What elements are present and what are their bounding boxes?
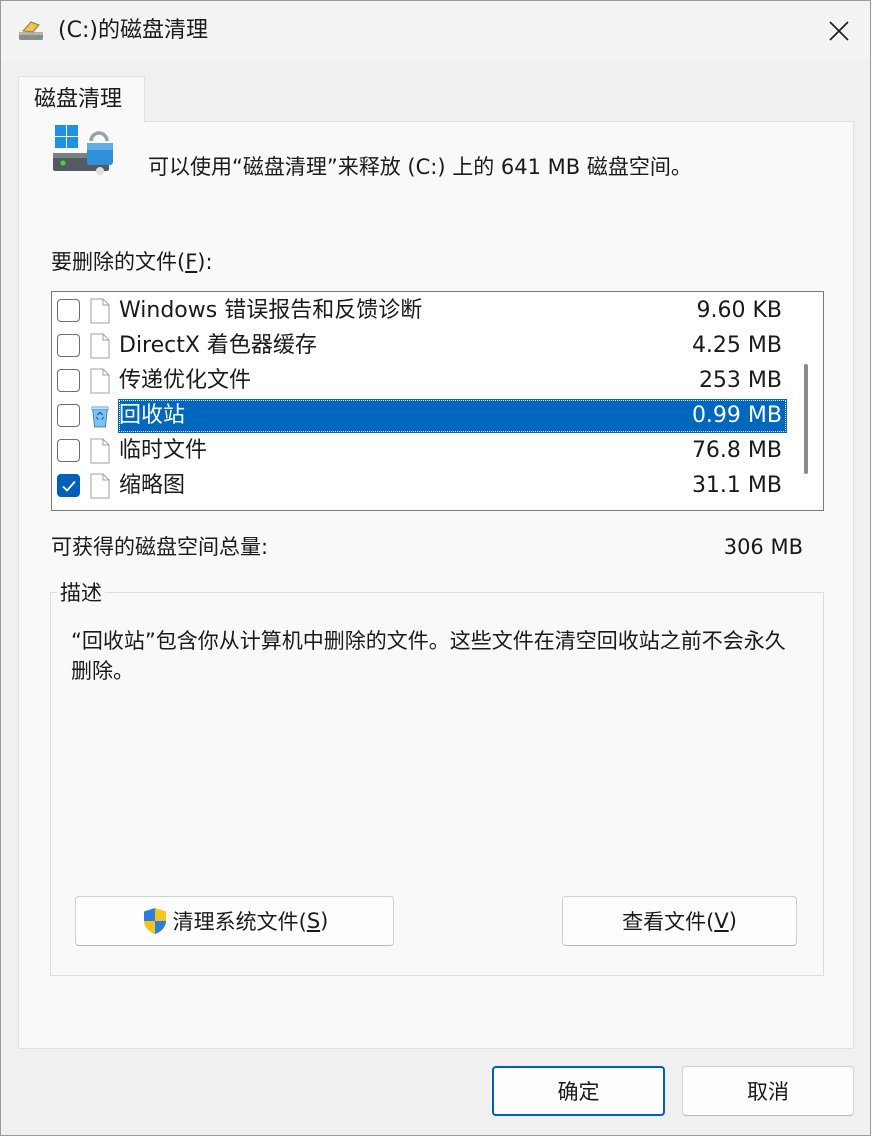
- item-checkbox[interactable]: [57, 439, 80, 462]
- view-files-suffix: ): [728, 909, 737, 933]
- item-name: 传递优化文件: [119, 368, 252, 393]
- files-label-text: 要删除的文件(: [51, 250, 186, 274]
- list-item[interactable]: 传递优化文件 253 MB: [52, 364, 792, 398]
- item-size: 0.99 MB: [691, 403, 782, 428]
- item-size: 4.25 MB: [691, 333, 782, 358]
- files-label-suffix: ):: [197, 250, 213, 274]
- item-checkbox[interactable]: [57, 369, 80, 392]
- checkmark-icon: [62, 480, 76, 492]
- clean-system-files-label: 清理系统文件(: [172, 910, 307, 934]
- item-size: 9.60 KB: [696, 298, 783, 323]
- description-text: “回收站”包含你从计算机中删除的文件。这些文件在清空回收站之前不会永久删除。: [71, 629, 786, 683]
- files-to-delete-list[interactable]: Windows 错误报告和反馈诊断 9.60 KB DirectX 着色器缓存 …: [51, 291, 824, 511]
- selection-highlight: [118, 399, 787, 433]
- close-icon: [829, 21, 849, 41]
- item-checkbox-checked[interactable]: [57, 474, 80, 497]
- list-item[interactable]: 缩略图 31.1 MB: [52, 469, 792, 503]
- close-button[interactable]: [808, 1, 870, 61]
- uac-shield-icon: [142, 907, 167, 935]
- tab-label: 磁盘清理: [34, 87, 123, 112]
- clean-system-files-suffix: ): [320, 909, 329, 933]
- files-to-delete-label: 要删除的文件(F):: [51, 248, 213, 276]
- clean-system-files-button[interactable]: 清理系统文件(S): [75, 896, 394, 946]
- item-name: DirectX 着色器缓存: [119, 333, 317, 358]
- item-size: 253 MB: [698, 368, 782, 393]
- view-files-label: 查看文件(: [622, 910, 715, 934]
- item-checkbox[interactable]: [57, 334, 80, 357]
- cancel-button[interactable]: 取消: [682, 1066, 854, 1116]
- disk-cleanup-window: (C:)的磁盘清理 磁盘清理 可以使用“磁盘清理”来释放 (C:) 上的 641…: [0, 0, 871, 1136]
- list-item[interactable]: DirectX 着色器缓存 4.25 MB: [52, 329, 792, 363]
- view-files-button[interactable]: 查看文件(V): [562, 896, 797, 946]
- file-icon: [90, 438, 110, 464]
- tab-disk-cleanup[interactable]: 磁盘清理: [18, 76, 145, 123]
- item-size: 76.8 MB: [691, 438, 782, 463]
- item-name: Windows 错误报告和反馈诊断: [119, 298, 423, 323]
- title-bar: (C:)的磁盘清理: [1, 1, 870, 61]
- item-checkbox[interactable]: [57, 404, 80, 427]
- list-item-selected[interactable]: 回收站 0.99 MB: [52, 399, 792, 433]
- view-files-accesskey: V: [714, 909, 729, 933]
- drive-lock-icon: [53, 125, 113, 175]
- file-icon: [90, 333, 110, 359]
- window-title: (C:)的磁盘清理: [58, 18, 208, 43]
- recycle-bin-icon: [91, 406, 109, 428]
- list-item[interactable]: 临时文件 76.8 MB: [52, 434, 792, 468]
- item-name: 缩略图: [119, 473, 186, 498]
- item-checkbox[interactable]: [57, 299, 80, 322]
- ok-button[interactable]: 确定: [492, 1066, 665, 1116]
- clean-system-files-accesskey: S: [306, 909, 321, 933]
- item-size: 31.1 MB: [691, 473, 782, 498]
- list-item[interactable]: Windows 错误报告和反馈诊断 9.60 KB: [52, 294, 792, 328]
- intro-text: 可以使用“磁盘清理”来释放 (C:) 上的 641 MB 磁盘空间。: [148, 155, 692, 179]
- file-icon: [90, 298, 110, 324]
- total-space-label: 可获得的磁盘空间总量:: [51, 535, 269, 559]
- total-space-value: 306 MB: [723, 535, 803, 559]
- files-label-accesskey: F: [185, 250, 198, 274]
- disk-cleanup-app-icon: [19, 21, 43, 40]
- item-name: 回收站: [119, 403, 186, 428]
- file-icon: [90, 473, 110, 499]
- file-icon: [90, 368, 110, 394]
- description-legend: 描述: [57, 579, 105, 607]
- item-name: 临时文件: [119, 438, 208, 463]
- list-scrollbar[interactable]: [804, 364, 808, 474]
